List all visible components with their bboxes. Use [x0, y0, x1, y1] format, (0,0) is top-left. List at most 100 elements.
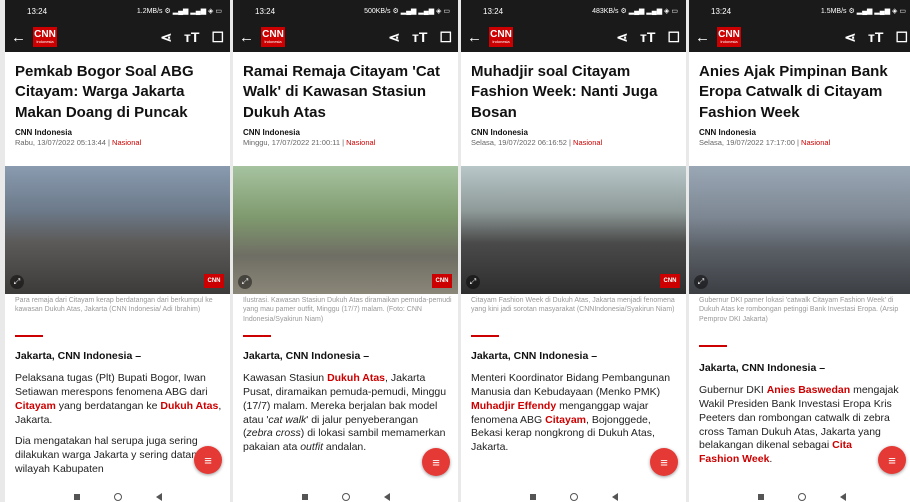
- article-photo: ⤢ CNN: [461, 166, 686, 294]
- keyword-link[interactable]: Anies Baswedan: [767, 384, 850, 396]
- photo-caption: Para remaja dari Citayam kerap berdatang…: [15, 297, 213, 314]
- divider-bar: [243, 335, 271, 337]
- phone-screen: 13:24 500KB/s ⚙ ▂▄▆ ▂▄▆ ◈ ▭ ← CNN Indonesia ⋖…: [233, 0, 458, 502]
- system-back-icon[interactable]: [155, 493, 162, 501]
- system-back-icon[interactable]: [383, 493, 390, 501]
- status-bar: 13:24 1.2MB/s ⚙ ▂▄▆ ▂▄▆ ◈ ▭: [5, 0, 230, 22]
- category-link[interactable]: Nasional: [346, 138, 375, 147]
- status-bar: 13:24 1.5MB/s ⚙ ▂▄▆ ▂▄▆ ◈ ▭: [689, 0, 910, 22]
- home-icon[interactable]: [113, 493, 122, 501]
- menu-fab-icon[interactable]: ≡: [194, 446, 222, 474]
- app-bar: ← CNN Indonesia ⋖ ᴛT ☐: [461, 22, 686, 52]
- status-indicators: 1.5MB/s ⚙ ▂▄▆ ▂▄▆ ◈ ▭: [820, 8, 906, 15]
- article-body: Gubernur DKI Anies Baswedan mengajak Wak…: [699, 384, 906, 467]
- logo-subtext: Indonesia: [720, 39, 738, 44]
- bookmark-icon[interactable]: ☐: [895, 29, 908, 46]
- article-photo: ⤢ CNN: [233, 166, 458, 294]
- body-text: andalan.: [322, 441, 367, 454]
- divider-bar: [471, 335, 499, 337]
- article-dateline: Jakarta, CNN Indonesia –: [15, 350, 142, 362]
- back-arrow-icon[interactable]: ←: [695, 29, 713, 46]
- cnn-logo: CNN Indonesia: [489, 27, 513, 47]
- menu-fab-icon[interactable]: ≡: [650, 448, 678, 476]
- photo-caption: Citayam Fashion Week di Dukuh Atas, Jaka…: [471, 297, 675, 314]
- share-icon[interactable]: ⋖: [388, 29, 400, 46]
- category-link[interactable]: Nasional: [801, 138, 830, 147]
- cnn-logo: CNN Indonesia: [261, 27, 285, 47]
- share-icon[interactable]: ⋖: [844, 29, 856, 46]
- article-date: Selasa, 19/07/2022 06:16:52 | Nasional: [471, 138, 676, 147]
- system-back-icon[interactable]: [611, 493, 618, 501]
- date-text: Minggu, 17/07/2022 21:00:11 |: [243, 138, 347, 147]
- app-bar: ← CNN Indonesia ⋖ ᴛT ☐: [689, 22, 910, 52]
- article-header: Anies Ajak Pimpinan Bank Eropa Catwalk d…: [689, 62, 910, 147]
- keyword-link[interactable]: Cita: [832, 439, 852, 451]
- back-arrow-icon[interactable]: ←: [11, 29, 29, 46]
- category-link[interactable]: Nasional: [112, 138, 141, 147]
- keyword-link[interactable]: Fashion Week: [699, 453, 769, 465]
- text-size-icon[interactable]: ᴛT: [184, 29, 199, 45]
- bookmark-icon[interactable]: ☐: [667, 29, 680, 46]
- recent-apps-icon[interactable]: [529, 494, 536, 500]
- phone-screen: 13:24 1.5MB/s ⚙ ▂▄▆ ▂▄▆ ◈ ▭ ← CNN Indonesia ⋖…: [689, 0, 910, 502]
- text-size-icon[interactable]: ᴛT: [412, 29, 427, 45]
- text-size-icon[interactable]: ᴛT: [640, 29, 655, 45]
- status-time: 13:24: [27, 6, 48, 16]
- article-source: CNN Indonesia: [699, 128, 756, 137]
- recent-apps-icon[interactable]: [73, 494, 80, 500]
- menu-fab-icon[interactable]: ≡: [878, 446, 906, 474]
- recent-apps-icon[interactable]: [301, 494, 308, 500]
- share-icon[interactable]: ⋖: [160, 29, 172, 46]
- article-title: Anies Ajak Pimpinan Bank Eropa Catwalk d…: [699, 63, 888, 121]
- share-icon[interactable]: ⋖: [616, 29, 628, 46]
- photo-caption: Ilustrasi. Kawasan Stasiun Dukuh Atas di…: [243, 297, 452, 323]
- divider-bar: [15, 335, 43, 337]
- article-dateline: Jakarta, CNN Indonesia –: [243, 350, 370, 362]
- keyword-link[interactable]: Muhadjir Effendy: [471, 400, 556, 412]
- bookmark-icon[interactable]: ☐: [439, 29, 452, 46]
- article-date: Selasa, 19/07/2022 17:17:00 | Nasional: [699, 138, 904, 147]
- keyword-link[interactable]: Dukuh Atas: [327, 372, 385, 384]
- article-title: Pemkab Bogor Soal ABG Citayam: Warga Jak…: [15, 63, 194, 121]
- article-date: Minggu, 17/07/2022 21:00:11 | Nasional: [243, 138, 448, 147]
- divider-bar: [699, 345, 727, 347]
- bookmark-icon[interactable]: ☐: [211, 29, 224, 46]
- status-indicators: 500KB/s ⚙ ▂▄▆ ▂▄▆ ◈ ▭: [364, 8, 450, 15]
- home-icon[interactable]: [569, 493, 578, 501]
- article-body: Kawasan Stasiun Dukuh Atas, Jakarta Pusa…: [243, 372, 450, 455]
- system-back-icon[interactable]: [839, 493, 846, 501]
- keyword-link[interactable]: Citayam: [545, 414, 586, 426]
- app-bar: ← CNN Indonesia ⋖ ᴛT ☐: [233, 22, 458, 52]
- article-header: Muhadjir soal Citayam Fashion Week: Nant…: [461, 62, 686, 147]
- keyword-link[interactable]: Citayam: [15, 400, 56, 412]
- cnn-logo: CNN Indonesia: [33, 27, 57, 47]
- cnn-watermark-logo: CNN: [204, 274, 224, 288]
- article-source: CNN Indonesia: [243, 128, 300, 137]
- expand-icon[interactable]: ⤢: [466, 275, 480, 289]
- category-link[interactable]: Nasional: [573, 138, 602, 147]
- article-paragraph: Menteri Koordinator Bidang Pembangunan M…: [471, 372, 678, 455]
- article-title: Muhadjir soal Citayam Fashion Week: Nant…: [471, 63, 658, 121]
- status-bar: 13:24 500KB/s ⚙ ▂▄▆ ▂▄▆ ◈ ▭: [233, 0, 458, 22]
- text-size-icon[interactable]: ᴛT: [868, 29, 883, 45]
- expand-icon[interactable]: ⤢: [694, 275, 708, 289]
- article-paragraph: Kawasan Stasiun Dukuh Atas, Jakarta Pusa…: [243, 372, 450, 455]
- body-text: Menteri Koordinator Bidang Pembangunan M…: [471, 372, 671, 398]
- article-body: Pelaksana tugas (Plt) Bupati Bogor, Iwan…: [15, 372, 222, 477]
- recent-apps-icon[interactable]: [757, 494, 764, 500]
- article-source: CNN Indonesia: [15, 128, 72, 137]
- system-nav-bar: [233, 492, 458, 502]
- article-paragraph: Pelaksana tugas (Plt) Bupati Bogor, Iwan…: [15, 372, 222, 427]
- home-icon[interactable]: [341, 493, 350, 501]
- back-arrow-icon[interactable]: ←: [467, 29, 485, 46]
- date-text: Selasa, 19/07/2022 06:16:52 |: [471, 138, 574, 147]
- home-icon[interactable]: [797, 493, 806, 501]
- phone-screen: 13:24 483KB/s ⚙ ▂▄▆ ▂▄▆ ◈ ▭ ← CNN Indonesia ⋖…: [461, 0, 686, 502]
- back-arrow-icon[interactable]: ←: [239, 29, 257, 46]
- menu-fab-icon[interactable]: ≡: [422, 448, 450, 476]
- system-nav-bar: [461, 492, 686, 502]
- expand-icon[interactable]: ⤢: [238, 275, 252, 289]
- keyword-link[interactable]: Dukuh Atas: [160, 400, 218, 412]
- article-dateline: Jakarta, CNN Indonesia –: [699, 362, 826, 374]
- expand-icon[interactable]: ⤢: [10, 275, 24, 289]
